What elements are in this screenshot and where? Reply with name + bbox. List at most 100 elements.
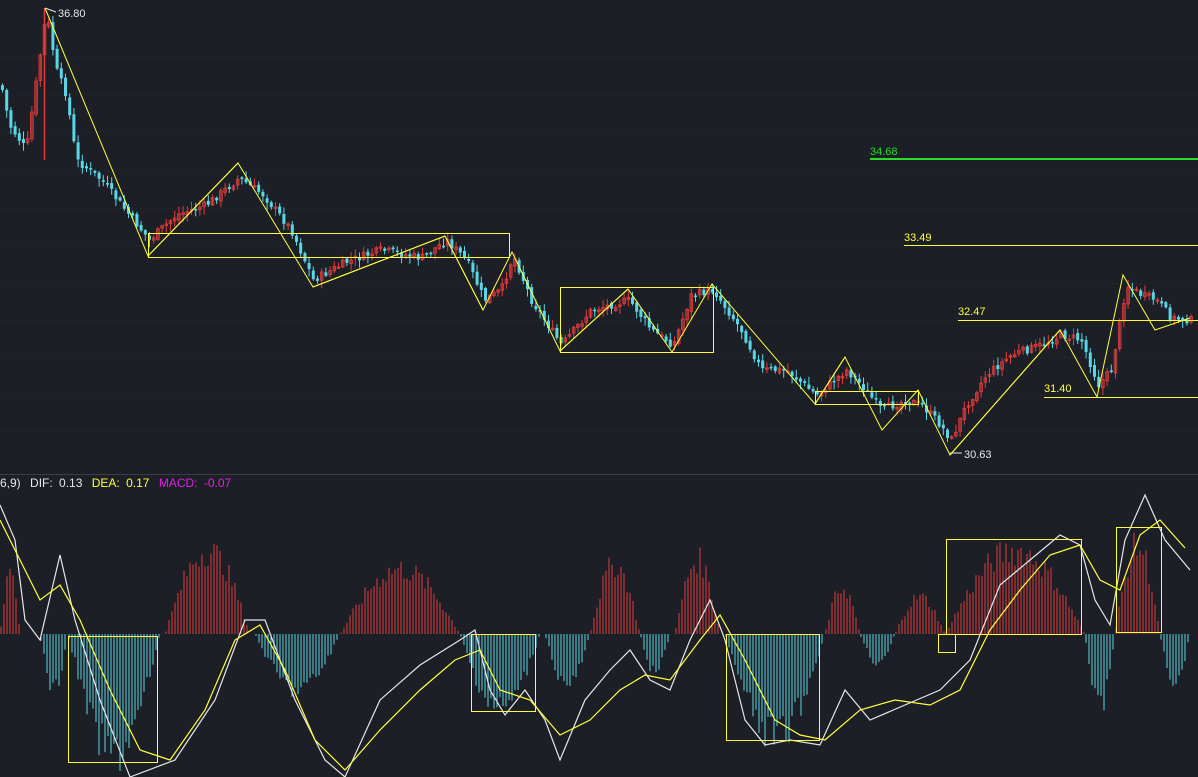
candle-body <box>467 258 471 261</box>
candle-body <box>773 366 777 371</box>
candle-body <box>555 327 559 338</box>
candle-body <box>139 224 143 231</box>
candle-body <box>761 360 765 369</box>
candle-body <box>85 166 88 169</box>
level-label-33-49: 33.49 <box>904 232 932 244</box>
zigzag-overlay <box>44 7 1191 456</box>
macd-header: 6,9) DIF: 0.13 DEA: 0.17 MACD: -0.07 <box>0 476 232 490</box>
candle-body <box>702 289 706 296</box>
stock-chart: 34.68 33.49 32.47 31.40 36.80 30.63 6,9)… <box>0 7 1198 777</box>
candle-body <box>731 314 735 320</box>
price-gridlines <box>0 56 1198 432</box>
candle-body <box>752 350 756 360</box>
candle-body <box>593 309 597 312</box>
candle-body <box>794 377 798 380</box>
candle-body <box>345 258 349 263</box>
candle-body <box>265 198 269 203</box>
candle-body <box>143 230 147 235</box>
candle-body <box>694 295 697 297</box>
candle-body <box>807 384 811 389</box>
candle-body <box>76 142 80 160</box>
candle-body <box>1151 292 1155 300</box>
low-price-label: 30.63 <box>964 449 992 461</box>
candle-body <box>215 197 219 201</box>
dea-value: 0.17 <box>126 476 150 490</box>
candle-body <box>870 392 874 398</box>
candle-body <box>1109 370 1113 373</box>
candle-body <box>13 126 17 135</box>
candle-body <box>1168 307 1172 321</box>
candle-body <box>206 200 210 205</box>
candle-body <box>803 381 807 383</box>
candle-body <box>534 305 538 310</box>
candle-body <box>715 292 718 298</box>
macd-box <box>938 634 956 653</box>
candle-body <box>131 213 135 216</box>
macd-params: 6,9) <box>0 476 21 490</box>
candle-body <box>811 388 815 392</box>
candle-body <box>122 201 126 209</box>
candle-body <box>425 253 429 255</box>
level-label-31-40: 31.40 <box>1044 383 1072 395</box>
candle-body <box>815 392 819 395</box>
zigzag-segment <box>147 162 239 257</box>
candle-body <box>878 401 882 407</box>
candle-body <box>874 397 878 400</box>
macd-lines <box>0 493 1191 777</box>
candle-body <box>1051 342 1054 344</box>
candle-body <box>740 325 744 333</box>
candlestick-series <box>1 8 1193 443</box>
candle-body <box>278 206 282 214</box>
candle-body <box>261 191 265 197</box>
dif-name: DIF: <box>30 476 53 490</box>
zigzag-segment <box>814 356 846 405</box>
candle-body <box>1139 290 1143 297</box>
candle-body <box>408 254 412 257</box>
candle-body <box>9 110 13 128</box>
candle-body <box>22 138 25 143</box>
candle-body <box>946 429 949 438</box>
candle-body <box>736 318 739 325</box>
candle-body <box>55 48 59 69</box>
candle-body <box>883 404 886 407</box>
candle-body <box>118 197 122 201</box>
candle-body <box>80 160 84 169</box>
candle-body <box>1025 346 1029 354</box>
candle-body <box>769 366 773 369</box>
candle-body <box>635 302 639 312</box>
candle-body <box>5 89 9 111</box>
zigzag-line <box>44 7 1191 456</box>
candle-body <box>475 271 479 285</box>
candle-body <box>664 336 668 342</box>
candle-body <box>110 183 114 189</box>
candle-body <box>227 186 231 189</box>
candle-body <box>1080 339 1084 342</box>
candle-body <box>17 133 21 141</box>
candle-body <box>1042 344 1046 346</box>
level-label-32-47: 32.47 <box>958 306 986 318</box>
candle-body <box>1084 340 1088 353</box>
candle-body <box>479 282 483 290</box>
candle-body <box>668 339 672 347</box>
macd-histogram <box>0 532 1189 772</box>
candle-body <box>106 183 109 185</box>
candle-body <box>89 168 93 170</box>
dif-line <box>0 493 1191 777</box>
candle-body <box>442 245 445 248</box>
candle-body <box>941 424 945 429</box>
candle-body <box>748 340 752 350</box>
candle-body <box>316 278 319 281</box>
dif-value: 0.13 <box>59 476 83 490</box>
zigzag-segment <box>559 288 629 352</box>
candle-body <box>484 287 487 301</box>
level-label-34-68: 34.68 <box>870 146 898 158</box>
candle-body <box>135 214 139 227</box>
candle-body <box>311 270 315 280</box>
candle-body <box>471 262 475 273</box>
candle-body <box>72 114 76 142</box>
candle-body <box>383 248 387 251</box>
candle-body <box>1 85 4 90</box>
candle-body <box>631 297 634 304</box>
candle-body <box>101 180 105 182</box>
candle-body <box>1177 316 1180 320</box>
